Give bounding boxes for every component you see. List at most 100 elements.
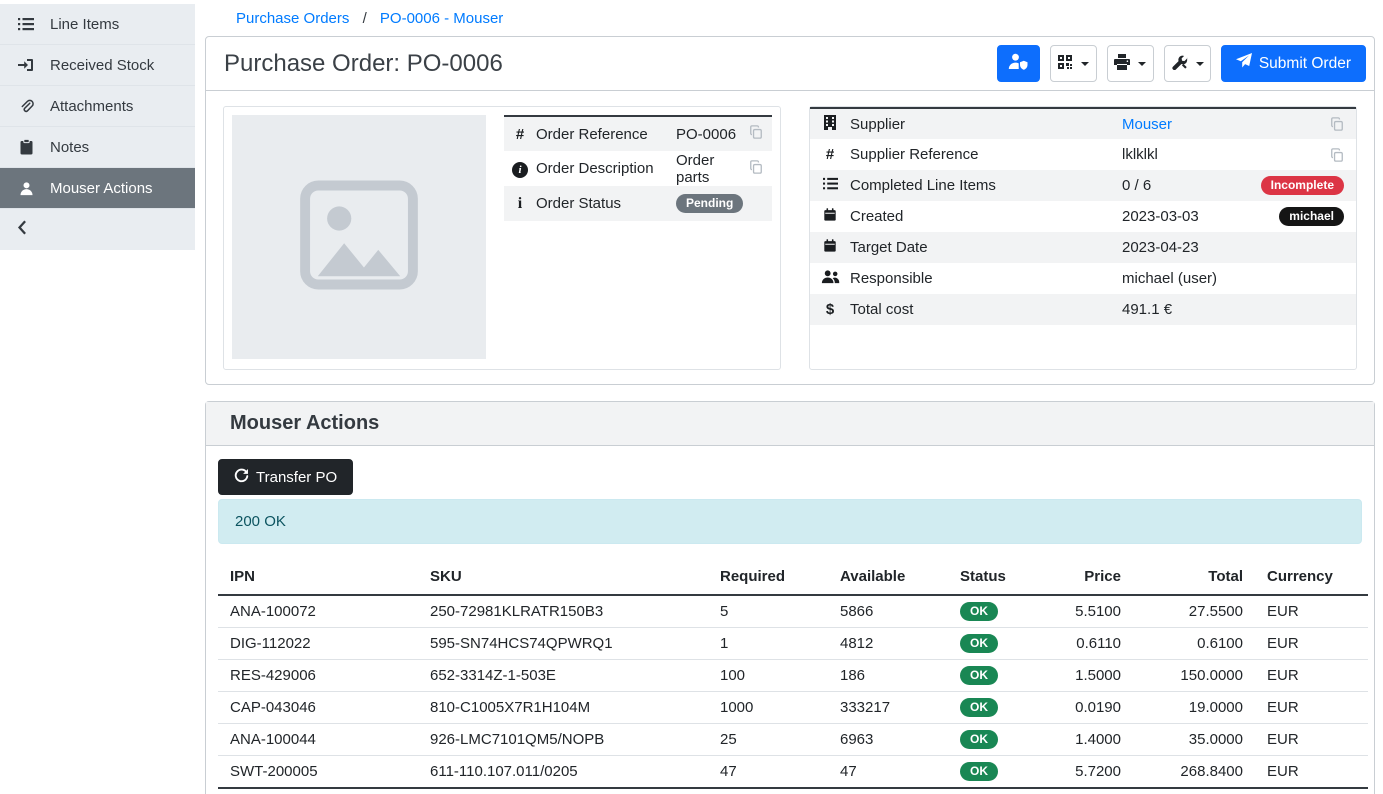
col-header-available: Available <box>828 561 948 595</box>
chevron-down-icon <box>1081 62 1089 66</box>
cell-required: 1 <box>708 628 828 660</box>
status-alert: 200 OK <box>218 499 1362 544</box>
line-items-table: IPN SKU Required Available Status Price … <box>218 561 1368 794</box>
list-icon <box>16 16 36 32</box>
barcode-actions-dropdown[interactable] <box>1050 45 1097 82</box>
copy-icon[interactable] <box>749 160 763 174</box>
detail-label: Target Date <box>850 232 1122 263</box>
col-header-total: Total <box>1133 561 1255 595</box>
info-icon: i <box>518 195 522 212</box>
sidebar-item-line-items[interactable]: Line Items <box>0 4 195 45</box>
cell-available: 186 <box>828 660 948 692</box>
table-footer-row: Total 501.0000 <box>218 788 1368 794</box>
sidebar: Line Items Received Stock Attachments No… <box>0 0 195 250</box>
cell-currency: EUR <box>1255 595 1368 628</box>
cell-available: 6963 <box>828 724 948 756</box>
cell-ipn: RES-429006 <box>218 660 418 692</box>
detail-row: $ Total cost 491.1 € <box>810 294 1356 325</box>
sidebar-item-received-stock[interactable]: Received Stock <box>0 45 195 86</box>
table-header-row: IPN SKU Required Available Status Price … <box>218 561 1368 595</box>
copy-icon[interactable] <box>1330 148 1344 162</box>
cell-ipn: ANA-100044 <box>218 724 418 756</box>
hash-icon: # <box>516 126 524 143</box>
breadcrumb-separator: / <box>363 10 367 27</box>
tools-icon <box>1171 53 1188 74</box>
table-row: DIG-112022 595-SN74HCS74QPWRQ1 1 4812 OK… <box>218 628 1368 660</box>
print-actions-dropdown[interactable] <box>1107 45 1154 82</box>
cell-price: 5.7200 <box>1048 756 1133 789</box>
sidebar-item-label: Notes <box>50 139 89 156</box>
detail-row: Completed Line Items 0 / 6 Incomplete <box>810 170 1356 201</box>
copy-icon[interactable] <box>1330 117 1344 131</box>
purchase-order-panel: Purchase Order: PO-0006 <box>205 36 1375 385</box>
cell-price: 1.4000 <box>1048 724 1133 756</box>
breadcrumb-link-current-order[interactable]: PO-0006 - Mouser <box>380 10 503 27</box>
chevron-left-icon <box>16 220 28 239</box>
panel-title: Mouser Actions <box>230 412 1366 435</box>
building-icon <box>824 117 836 134</box>
sidebar-item-label: Received Stock <box>50 57 154 74</box>
info-circle-icon: i <box>512 162 528 178</box>
detail-row: i Order Description Order parts <box>504 151 772 186</box>
footer-total-value: 501.0000 <box>1133 788 1255 794</box>
order-status-badge: Pending <box>676 194 743 213</box>
cell-total: 35.0000 <box>1133 724 1255 756</box>
sidebar-item-attachments[interactable]: Attachments <box>0 86 195 127</box>
transfer-po-button[interactable]: Transfer PO <box>218 459 353 495</box>
supplier-details-table: Supplier Mouser # Supplier Reference lkl <box>810 107 1356 325</box>
order-actions-dropdown[interactable] <box>1164 45 1211 82</box>
detail-row: i Order Status Pending <box>504 186 772 221</box>
submit-order-label: Submit Order <box>1259 55 1351 73</box>
cell-price: 0.0190 <box>1048 692 1133 724</box>
copy-icon[interactable] <box>749 125 763 139</box>
breadcrumb-link-purchase-orders[interactable]: Purchase Orders <box>236 10 349 27</box>
supplier-link[interactable]: Mouser <box>1122 116 1172 133</box>
sign-in-icon <box>16 57 36 73</box>
order-image-placeholder[interactable] <box>232 115 486 359</box>
cell-total: 27.5500 <box>1133 595 1255 628</box>
list-check-icon <box>823 178 838 195</box>
sidebar-item-mouser-actions[interactable]: Mouser Actions <box>0 168 195 209</box>
detail-value: 2023-04-23 <box>1122 239 1199 256</box>
chevron-down-icon <box>1138 62 1146 66</box>
sidebar-collapse-button[interactable] <box>0 209 195 250</box>
col-header-status: Status <box>948 561 1048 595</box>
user-badge: michael <box>1279 207 1344 226</box>
cell-sku: 611-110.107.011/0205 <box>418 756 708 789</box>
detail-label: Total cost <box>850 294 1122 325</box>
calendar-icon <box>823 240 837 257</box>
cell-sku: 810-C1005X7R1H104M <box>418 692 708 724</box>
dollar-icon: $ <box>826 301 834 318</box>
submit-order-button[interactable]: Submit Order <box>1221 45 1366 82</box>
detail-row: Target Date 2023-04-23 <box>810 232 1356 263</box>
cell-sku: 652-3314Z-1-503E <box>418 660 708 692</box>
detail-label: Responsible <box>850 263 1122 294</box>
order-summary-card: # Order Reference PO-0006 i Order Descri… <box>223 106 781 370</box>
cell-currency: EUR <box>1255 660 1368 692</box>
col-header-price: Price <box>1048 561 1133 595</box>
cell-total: 0.6100 <box>1133 628 1255 660</box>
detail-value: lklklkl <box>1122 146 1158 163</box>
cell-sku: 926-LMC7101QM5/NOPB <box>418 724 708 756</box>
table-row: ANA-100044 926-LMC7101QM5/NOPB 25 6963 O… <box>218 724 1368 756</box>
cell-currency: EUR <box>1255 724 1368 756</box>
order-reference-table: # Order Reference PO-0006 i Order Descri… <box>504 115 772 221</box>
alert-text: 200 OK <box>235 513 286 530</box>
image-placeholder-icon <box>293 169 425 305</box>
paperclip-icon <box>16 99 36 114</box>
cell-available: 47 <box>828 756 948 789</box>
status-badge: OK <box>960 602 998 621</box>
cell-required: 100 <box>708 660 828 692</box>
cell-total: 19.0000 <box>1133 692 1255 724</box>
detail-label: Created <box>850 201 1122 232</box>
user-shield-icon <box>1008 53 1028 74</box>
detail-row: Responsible michael (user) <box>810 263 1356 294</box>
cell-total: 150.0000 <box>1133 660 1255 692</box>
sidebar-item-notes[interactable]: Notes <box>0 127 195 168</box>
detail-value: 2023-03-03 <box>1122 208 1199 225</box>
sidebar-item-label: Attachments <box>50 98 133 115</box>
user-roles-button[interactable] <box>997 45 1040 82</box>
hash-icon: # <box>826 146 834 163</box>
table-row: RES-429006 652-3314Z-1-503E 100 186 OK 1… <box>218 660 1368 692</box>
col-header-required: Required <box>708 561 828 595</box>
